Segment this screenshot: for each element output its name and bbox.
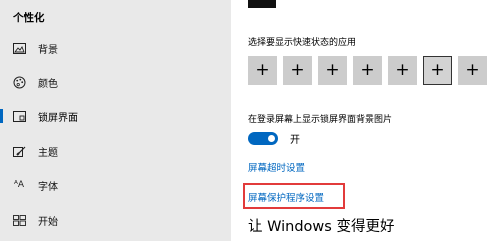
quick-status-slot-4[interactable]: +	[353, 56, 382, 85]
quick-status-slot-2[interactable]: +	[283, 56, 312, 85]
improve-windows-heading: 让 Windows 变得更好	[248, 219, 395, 235]
sidebar-item-fonts[interactable]: ᴬA 字体	[0, 168, 231, 202]
sidebar-item-label: 锁屏界面	[38, 112, 78, 124]
quick-status-slot-3[interactable]: +	[318, 56, 347, 85]
sidebar-item-themes[interactable]: 主题	[0, 134, 231, 168]
quick-status-slot-7[interactable]: +	[458, 56, 487, 85]
sidebar-title: 个性化	[13, 12, 45, 24]
brush-icon	[12, 144, 26, 158]
toggle-state-label: 开	[290, 135, 300, 146]
screen-timeout-link[interactable]: 屏幕超时设置	[248, 160, 305, 174]
sidebar-item-label: 主题	[38, 147, 58, 159]
picture-icon	[12, 41, 26, 55]
sidebar-item-label: 颜色	[38, 78, 58, 90]
sidebar-item-lock-screen[interactable]: 锁屏界面	[0, 99, 231, 133]
quick-status-slot-6[interactable]: +	[423, 56, 452, 85]
quick-status-label: 选择要显示快速状态的应用	[248, 38, 357, 48]
sidebar-item-label: 字体	[38, 181, 58, 193]
screensaver-settings-link[interactable]: 屏幕保护程序设置	[248, 190, 324, 204]
sidebar-item-label: 开始	[38, 216, 58, 228]
quick-status-slot-5[interactable]: +	[388, 56, 417, 85]
sidebar-item-label: 背景	[38, 44, 58, 56]
quick-status-slot-1[interactable]: +	[248, 56, 277, 85]
lock-screen-preview	[248, 0, 276, 8]
font-icon: ᴬA	[13, 180, 25, 190]
sidebar-item-start[interactable]: 开始	[0, 203, 231, 237]
settings-sidebar: 个性化 背景 颜色 锁屏界面 主题 ᴬA 字体 开始	[0, 0, 231, 241]
start-grid-icon	[12, 213, 26, 227]
sidebar-item-background[interactable]: 背景	[0, 31, 231, 65]
show-background-toggle[interactable]	[248, 132, 278, 145]
sidebar-item-colors[interactable]: 颜色	[0, 65, 231, 99]
show-background-label: 在登录屏幕上显示锁屏界面背景图片	[248, 115, 393, 125]
toggle-knob	[268, 135, 275, 142]
lock-screen-icon	[12, 109, 26, 123]
palette-icon	[12, 75, 26, 89]
active-indicator	[0, 109, 3, 123]
